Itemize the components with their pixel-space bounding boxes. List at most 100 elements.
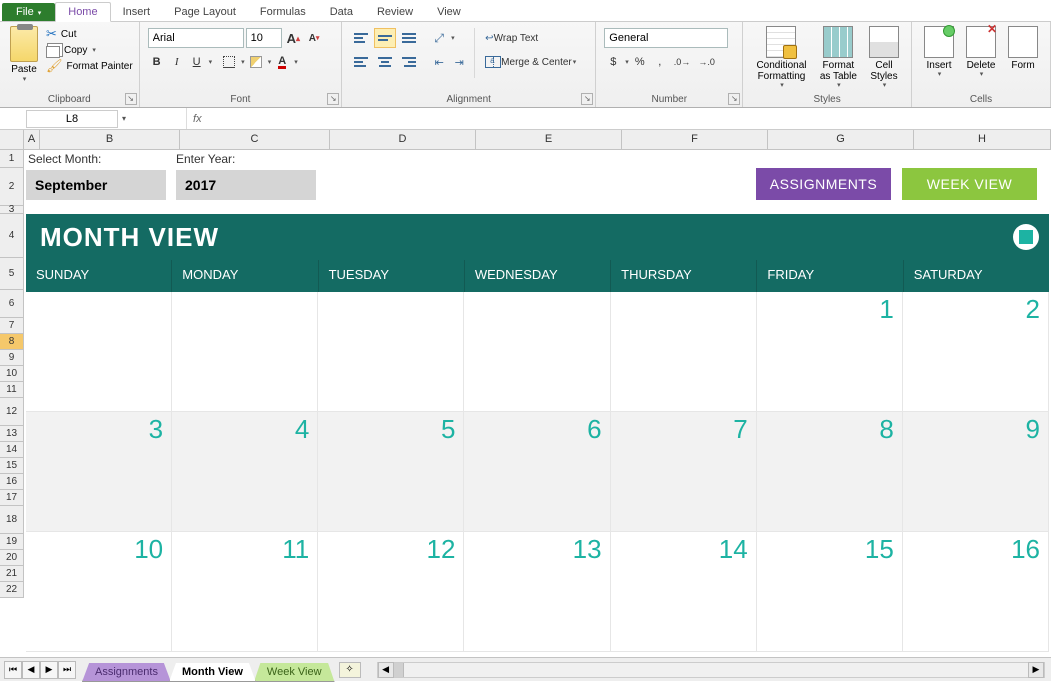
row-header-5[interactable]: 5	[0, 258, 24, 290]
tab-nav-first[interactable]: ⏮	[4, 661, 22, 679]
align-bottom-button[interactable]	[398, 28, 420, 48]
percent-button[interactable]: %	[631, 52, 649, 72]
calendar-cell[interactable]: 10	[26, 532, 172, 652]
wrap-text-button[interactable]: Wrap Text	[481, 28, 542, 48]
orientation-dd-icon[interactable]: ▾	[451, 34, 455, 42]
col-header-b[interactable]: B	[40, 130, 180, 150]
italic-button[interactable]: I	[168, 52, 186, 72]
calendar-cell[interactable]: 6	[464, 412, 610, 532]
bold-button[interactable]: B	[148, 52, 166, 72]
row-header-9[interactable]: 9	[0, 350, 24, 366]
name-box[interactable]	[26, 110, 118, 128]
align-center-button[interactable]	[374, 52, 396, 72]
calendar-cell[interactable]: 13	[464, 532, 610, 652]
month-input[interactable]	[26, 170, 166, 200]
row-header-4[interactable]: 4	[0, 214, 24, 258]
calendar-cell[interactable]	[464, 292, 610, 412]
calendar-cell[interactable]: 9	[903, 412, 1049, 532]
tab-nav-last[interactable]: ⏭	[58, 661, 76, 679]
row-header-15[interactable]: 15	[0, 458, 24, 474]
col-header-f[interactable]: F	[622, 130, 768, 150]
data-tab[interactable]: Data	[318, 3, 365, 21]
delete-cells-button[interactable]: Delete▾	[960, 24, 1002, 81]
formula-input[interactable]	[208, 111, 1051, 127]
underline-button[interactable]: U	[188, 52, 206, 72]
sheet-tab-month-view[interactable]: Month View	[169, 663, 256, 682]
row-header-3[interactable]: 3	[0, 206, 24, 214]
clipboard-dialog-launcher[interactable]: ↘	[125, 93, 137, 105]
new-sheet-button[interactable]: ✧	[339, 662, 361, 678]
hscroll-thumb[interactable]	[394, 663, 404, 677]
formulas-tab[interactable]: Formulas	[248, 3, 318, 21]
col-header-e[interactable]: E	[476, 130, 622, 150]
format-as-table-button[interactable]: Format as Table▾	[814, 24, 863, 92]
row-header-21[interactable]: 21	[0, 566, 24, 582]
assignments-button[interactable]: ASSIGNMENTS	[756, 168, 891, 200]
row-header-20[interactable]: 20	[0, 550, 24, 566]
tab-nav-prev[interactable]: ◀	[22, 661, 40, 679]
cut-button[interactable]: ✂Cut	[46, 26, 133, 42]
font-name-select[interactable]	[148, 28, 244, 48]
select-all-corner[interactable]	[0, 130, 24, 150]
row-header-2[interactable]: 2	[0, 168, 24, 206]
row-header-10[interactable]: 10	[0, 366, 24, 382]
align-right-button[interactable]	[398, 52, 420, 72]
name-box-dropdown[interactable]: ▾	[118, 114, 130, 123]
review-tab[interactable]: Review	[365, 3, 425, 21]
calendar-cell[interactable]: 12	[318, 532, 464, 652]
grid-canvas[interactable]: Select Month: Enter Year: ASSIGNMENTS WE…	[24, 150, 1051, 653]
insert-cells-button[interactable]: Insert▾	[918, 24, 960, 81]
year-input[interactable]	[176, 170, 316, 200]
row-header-18[interactable]: 18	[0, 506, 24, 534]
insert-tab[interactable]: Insert	[111, 3, 163, 21]
page-layout-tab[interactable]: Page Layout	[162, 3, 248, 21]
horizontal-scrollbar[interactable]: ◀ ▶	[377, 662, 1045, 678]
col-header-c[interactable]: C	[180, 130, 330, 150]
sheet-tab-week-view[interactable]: Week View	[254, 663, 335, 682]
col-header-g[interactable]: G	[768, 130, 914, 150]
hscroll-right[interactable]: ▶	[1028, 662, 1044, 678]
calendar-cell[interactable]	[611, 292, 757, 412]
borders-dd-icon[interactable]: ▾	[241, 58, 245, 66]
fill-dd-icon[interactable]: ▾	[268, 58, 272, 66]
currency-button[interactable]: $	[604, 52, 622, 72]
align-middle-button[interactable]	[374, 28, 396, 48]
font-dialog-launcher[interactable]: ↘	[327, 93, 339, 105]
file-tab[interactable]: File	[2, 3, 55, 21]
calendar-cell[interactable]: 7	[611, 412, 757, 532]
calendar-cell[interactable]	[172, 292, 318, 412]
number-format-select[interactable]	[604, 28, 728, 48]
row-header-17[interactable]: 17	[0, 490, 24, 506]
calendar-cell[interactable]: 8	[757, 412, 903, 532]
calendar-cell[interactable]: 4	[172, 412, 318, 532]
tab-nav-next[interactable]: ▶	[40, 661, 58, 679]
row-header-19[interactable]: 19	[0, 534, 24, 550]
format-painter-button[interactable]: 🖌Format Painter	[46, 58, 133, 74]
fx-label[interactable]: fx	[187, 113, 208, 125]
align-left-button[interactable]	[350, 52, 372, 72]
col-header-d[interactable]: D	[330, 130, 476, 150]
calendar-cell[interactable]: 1	[757, 292, 903, 412]
font-size-select[interactable]	[246, 28, 282, 48]
row-header-6[interactable]: 6	[0, 290, 24, 318]
hscroll-left[interactable]: ◀	[378, 662, 394, 678]
calendar-cell[interactable]: 5	[318, 412, 464, 532]
row-header-8[interactable]: 8	[0, 334, 24, 350]
increase-decimal-button[interactable]: .0→	[671, 52, 694, 72]
increase-indent-button[interactable]: ⇥	[450, 52, 468, 72]
col-header-h[interactable]: H	[914, 130, 1051, 150]
align-top-button[interactable]	[350, 28, 372, 48]
shrink-font-button[interactable]: A▾	[305, 28, 323, 48]
currency-dd-icon[interactable]: ▾	[625, 58, 629, 66]
row-header-11[interactable]: 11	[0, 382, 24, 398]
copy-button[interactable]: Copy▾	[46, 44, 133, 56]
format-cells-button[interactable]: Form	[1002, 24, 1044, 73]
row-header-12[interactable]: 12	[0, 398, 24, 426]
decrease-indent-button[interactable]: ⇤	[430, 52, 448, 72]
calendar-cell[interactable]	[318, 292, 464, 412]
sheet-tab-assignments[interactable]: Assignments	[82, 663, 171, 682]
decrease-decimal-button[interactable]: →.0	[695, 52, 718, 72]
week-view-button[interactable]: WEEK VIEW	[902, 168, 1037, 200]
row-header-13[interactable]: 13	[0, 426, 24, 442]
underline-dd-icon[interactable]: ▾	[209, 58, 213, 66]
